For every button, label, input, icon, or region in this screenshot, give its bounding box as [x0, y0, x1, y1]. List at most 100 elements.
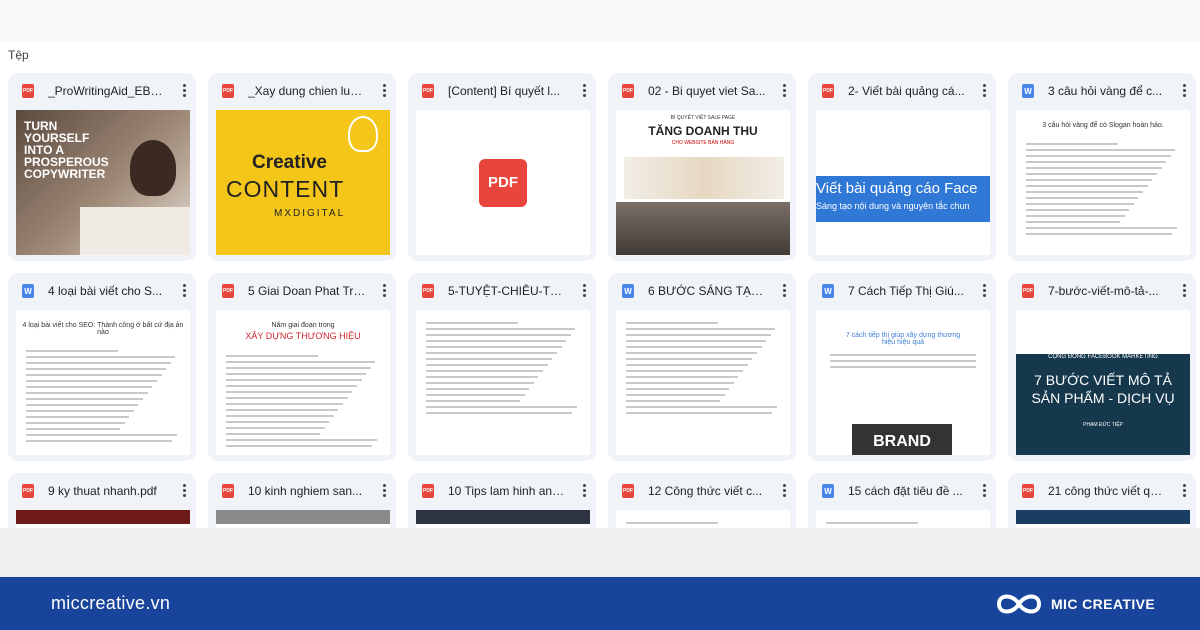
- file-card[interactable]: PDF 21 công thức viết qu...: [1008, 473, 1196, 528]
- file-card[interactable]: PDF _ProWritingAid_EBo... TURN YOURSELF IN…: [8, 73, 196, 261]
- file-card[interactable]: W 6 BƯỚC SÁNG TẠO ...: [608, 273, 796, 461]
- file-thumbnail[interactable]: [16, 510, 190, 528]
- more-options-icon[interactable]: [982, 84, 986, 97]
- file-card[interactable]: PDF 12 Công thức viết c...: [608, 473, 796, 528]
- more-options-icon[interactable]: [782, 284, 786, 297]
- file-thumbnail[interactable]: 3 câu hỏi vàng để có Slogan hoàn hảo.: [1016, 110, 1190, 255]
- more-options-icon[interactable]: [182, 84, 186, 97]
- file-card[interactable]: PDF 2- Viết bài quảng cá... Viết bài quả…: [808, 73, 996, 261]
- pdf-icon: PDF: [22, 84, 34, 98]
- more-options-icon[interactable]: [1182, 84, 1186, 97]
- file-thumbnail[interactable]: [616, 310, 790, 455]
- pdf-icon: PDF: [222, 284, 234, 298]
- file-thumbnail[interactable]: [816, 510, 990, 528]
- file-thumbnail[interactable]: CỘNG ĐỒNG FACEBOOK MARKETING 7 BƯỚC VIẾT…: [1016, 310, 1190, 455]
- file-title[interactable]: 5 Giai Doan Phat Tri...: [248, 284, 366, 298]
- file-title[interactable]: 02 - Bi quyet viet Sa...: [648, 84, 766, 98]
- pdf-icon: PDF: [222, 84, 234, 98]
- pdf-icon: PDF: [622, 84, 634, 98]
- file-card[interactable]: PDF 9 ky thuat nhanh.pdf: [8, 473, 196, 528]
- pdf-icon: PDF: [222, 484, 234, 498]
- thumb-text: Creative: [252, 152, 327, 173]
- more-options-icon[interactable]: [382, 484, 386, 497]
- file-title[interactable]: 7 Cách Tiếp Thị Giú...: [848, 284, 966, 298]
- file-thumbnail[interactable]: PDF: [416, 110, 590, 255]
- file-card[interactable]: PDF _Xay dung chien luo... Creative CONT…: [208, 73, 396, 261]
- thumb-text: Năm giai đoạn trong: [271, 322, 335, 329]
- more-options-icon[interactable]: [182, 284, 186, 297]
- file-thumbnail[interactable]: Creative CONTENT MXDIGITAL: [216, 110, 390, 255]
- file-thumbnail[interactable]: 7 cách tiếp thị giúp xây dựng thương hiệ…: [816, 310, 990, 455]
- file-card[interactable]: PDF 02 - Bi quyet viet Sa... BÍ QUYẾT VI…: [608, 73, 796, 261]
- file-thumbnail[interactable]: [616, 510, 790, 528]
- file-thumbnail[interactable]: [1016, 510, 1190, 528]
- file-title[interactable]: 3 câu hỏi vàng để c...: [1048, 84, 1166, 98]
- more-options-icon[interactable]: [382, 284, 386, 297]
- more-options-icon[interactable]: [982, 484, 986, 497]
- file-title[interactable]: _ProWritingAid_EBo...: [48, 84, 166, 98]
- file-title[interactable]: 15 cách đặt tiêu đề ...: [848, 484, 966, 498]
- file-title[interactable]: 4 loại bài viết cho S...: [48, 284, 166, 298]
- file-thumbnail[interactable]: [416, 310, 590, 455]
- file-thumbnail[interactable]: Viết bài quảng cáo Face Sáng tạo nội dun…: [816, 110, 990, 255]
- file-card[interactable]: PDF 10 kinh nghiem san...: [208, 473, 396, 528]
- site-url: miccreative.vn: [51, 593, 171, 613]
- more-options-icon[interactable]: [582, 284, 586, 297]
- file-thumbnail[interactable]: TURN YOURSELF INTO A PROSPEROUS COPYWRITER: [16, 110, 190, 255]
- thumb-text: Viết bài quảng cáo Face: [816, 180, 978, 197]
- file-title[interactable]: 5-TUYỆT-CHIÊU-TĂN...: [448, 284, 566, 298]
- file-card-header: PDF 21 công thức viết qu...: [1008, 473, 1196, 509]
- file-title[interactable]: 10 kinh nghiem san...: [248, 484, 366, 498]
- footer-banner: miccreative.vn MIC CREATIVE: [0, 577, 1200, 630]
- thumb-text: MXDIGITAL: [274, 208, 346, 219]
- more-options-icon[interactable]: [582, 484, 586, 497]
- more-options-icon[interactable]: [1182, 284, 1186, 297]
- file-card[interactable]: PDF [Content] Bí quyết l... PDF: [408, 73, 596, 261]
- file-card[interactable]: W 15 cách đặt tiêu đề ...: [808, 473, 996, 528]
- more-options-icon[interactable]: [782, 84, 786, 97]
- file-card[interactable]: W 4 loại bài viết cho S... 4 loại bài vi…: [8, 273, 196, 461]
- brand: MIC CREATIVE: [995, 577, 1155, 630]
- file-card[interactable]: PDF 5 Giai Doan Phat Tri... Năm giai đoạ…: [208, 273, 396, 461]
- file-title[interactable]: 21 công thức viết qu...: [1048, 484, 1166, 498]
- file-card-header: W 4 loại bài viết cho S...: [8, 273, 196, 309]
- file-thumbnail[interactable]: BÍ QUYẾT VIẾT SALE PAGE TĂNG DOANH THU C…: [616, 110, 790, 255]
- file-card[interactable]: W 7 Cách Tiếp Thị Giú... 7 cách tiếp thị…: [808, 273, 996, 461]
- file-title[interactable]: 2- Viết bài quảng cá...: [848, 84, 966, 98]
- file-thumbnail[interactable]: [416, 510, 590, 528]
- thumb-text: CONTENT: [226, 176, 345, 202]
- file-card[interactable]: W 3 câu hỏi vàng để c... 3 câu hỏi vàng …: [1008, 73, 1196, 261]
- more-options-icon[interactable]: [1182, 484, 1186, 497]
- docs-icon: W: [1022, 84, 1034, 98]
- pdf-icon: PDF: [1022, 484, 1034, 498]
- file-title[interactable]: _Xay dung chien luo...: [248, 84, 366, 98]
- thumb-text: BÍ QUYẾT VIẾT SALE PAGE: [670, 115, 736, 121]
- file-title[interactable]: 9 ky thuat nhanh.pdf: [48, 484, 166, 498]
- docs-icon: W: [822, 484, 834, 498]
- file-card-header: PDF 10 Tips lam hinh anh...: [408, 473, 596, 509]
- file-title[interactable]: [Content] Bí quyết l...: [448, 84, 566, 98]
- file-card-header: W 3 câu hỏi vàng để c...: [1008, 73, 1196, 109]
- file-title[interactable]: 7-bước-viết-mô-tả-...: [1048, 284, 1166, 298]
- more-options-icon[interactable]: [582, 84, 586, 97]
- file-card-header: PDF 12 Công thức viết c...: [608, 473, 796, 509]
- thumb-text: CỘNG ĐỒNG FACEBOOK MARKETING: [1048, 354, 1158, 360]
- file-grid: PDF _ProWritingAid_EBo... TURN YOURSELF IN…: [8, 73, 1196, 528]
- file-card-header: W 7 Cách Tiếp Thị Giú...: [808, 273, 996, 309]
- file-card[interactable]: PDF 10 Tips lam hinh anh...: [408, 473, 596, 528]
- file-title[interactable]: 6 BƯỚC SÁNG TẠO ...: [648, 284, 766, 298]
- file-thumbnail[interactable]: Năm giai đoạn trong XÂY DỰNG THƯƠNG HIỆU: [216, 310, 390, 455]
- file-card[interactable]: PDF 5-TUYỆT-CHIÊU-TĂN...: [408, 273, 596, 461]
- file-card-header: W 15 cách đặt tiêu đề ...: [808, 473, 996, 509]
- file-thumbnail[interactable]: [216, 510, 390, 528]
- file-title[interactable]: 12 Công thức viết c...: [648, 484, 766, 498]
- more-options-icon[interactable]: [182, 484, 186, 497]
- file-thumbnail[interactable]: 4 loại bài viết cho SEO: Thành công ở bấ…: [16, 310, 190, 455]
- more-options-icon[interactable]: [382, 84, 386, 97]
- file-card-header: PDF 7-bước-viết-mô-tả-...: [1008, 273, 1196, 309]
- thumb-text: BRAND: [852, 424, 952, 455]
- file-title[interactable]: 10 Tips lam hinh anh...: [448, 484, 566, 498]
- file-card[interactable]: PDF 7-bước-viết-mô-tả-... CỘNG ĐỒNG FACE…: [1008, 273, 1196, 461]
- more-options-icon[interactable]: [982, 284, 986, 297]
- more-options-icon[interactable]: [782, 484, 786, 497]
